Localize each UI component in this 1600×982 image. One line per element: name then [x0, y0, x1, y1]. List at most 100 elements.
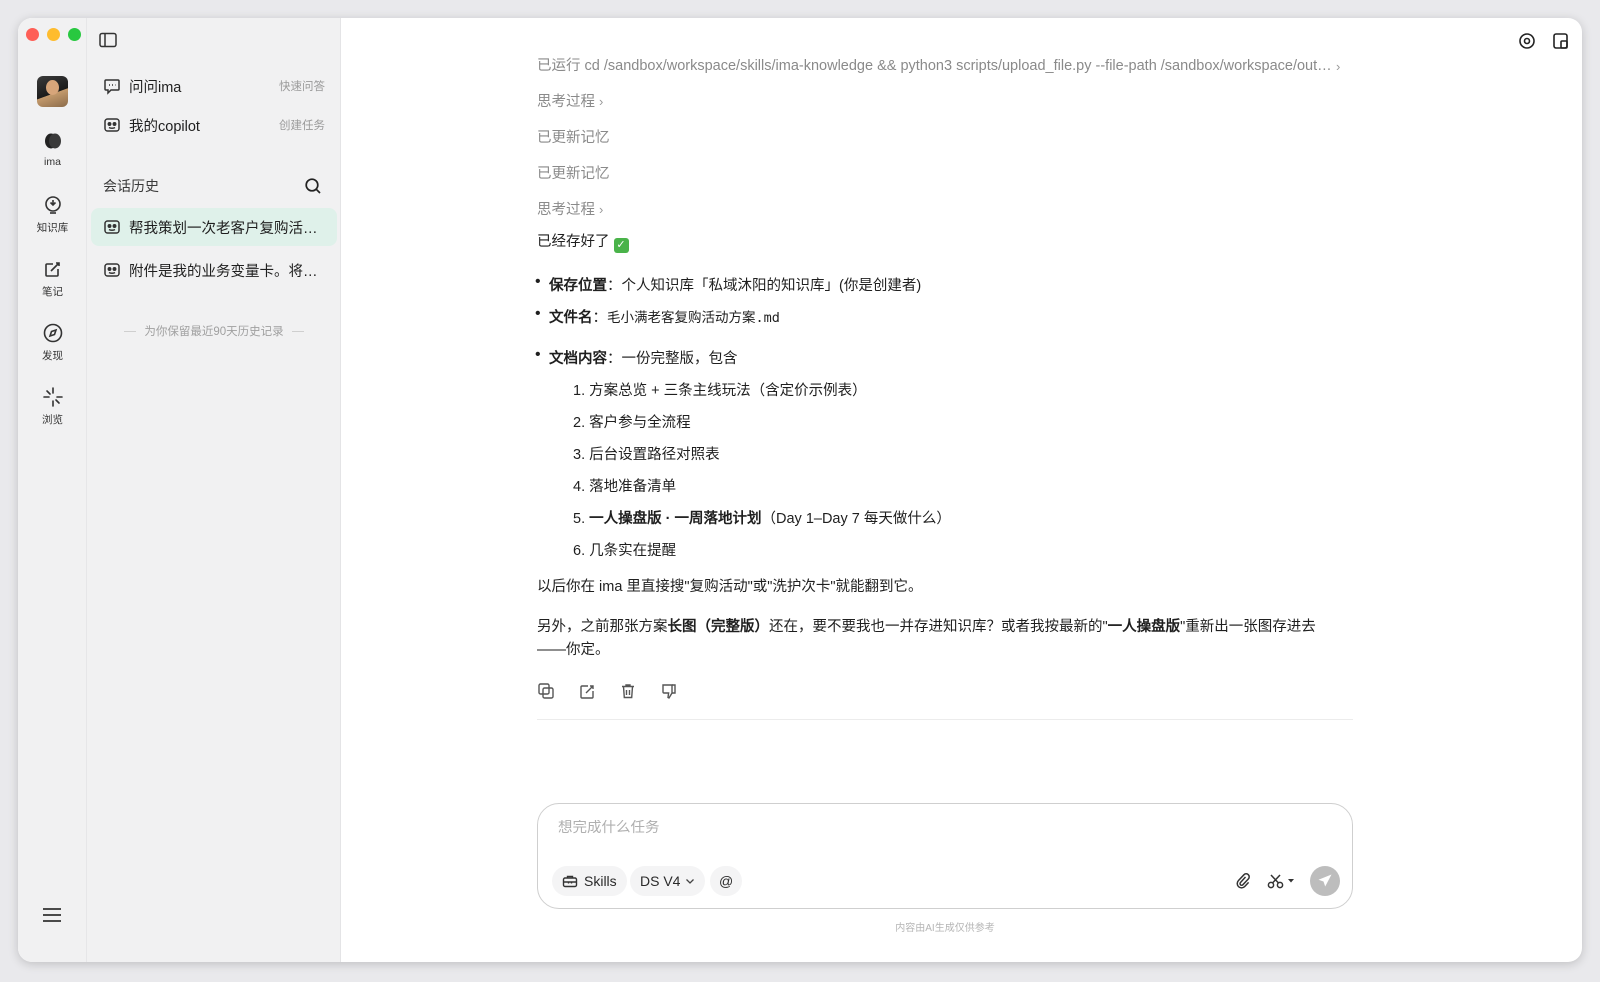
avatar[interactable]	[37, 76, 68, 107]
chevron-right-icon: ›	[1336, 59, 1341, 74]
history-search-button[interactable]	[304, 177, 322, 200]
model-label: DS V4	[640, 873, 681, 889]
model-selector[interactable]: DS V4	[630, 866, 706, 896]
sidebar-item-hint: 创建任务	[279, 120, 325, 132]
numbered-item: 4. 落地准备清单	[573, 475, 676, 496]
copilot-icon	[104, 118, 120, 132]
chat-bubble-icon	[104, 79, 120, 95]
bullet-value: ：一份完整版，包含	[607, 351, 738, 367]
delete-button[interactable]	[619, 682, 637, 705]
sidebar-item-label: 我的copilot	[129, 118, 200, 135]
item-text: （Day 1–Day 7 每天做什么）	[761, 511, 951, 527]
sidebar-toggle-button[interactable]	[99, 32, 117, 53]
dislike-button[interactable]	[660, 682, 678, 705]
search-icon	[305, 178, 321, 194]
thinking-step[interactable]: 思考过程 ›	[537, 90, 603, 111]
rail-item-notes[interactable]: 笔记	[18, 258, 87, 299]
memory-step: 已更新记忆	[537, 126, 610, 147]
chat-history-title: 帮我策划一次老客户复购活动，给出完整方案	[129, 220, 325, 237]
edit-icon	[580, 685, 594, 699]
mention-label: @	[719, 873, 734, 889]
task-input[interactable]	[558, 820, 1258, 836]
search-tip: 以后你在 ima 里直接搜"复购活动"或"洗护次卡"就能翻到它。	[537, 579, 923, 595]
minimize-window-button[interactable]	[47, 28, 60, 41]
chevron-right-icon: ›	[599, 202, 604, 217]
list-item: 保存位置：个人知识库「私域沐阳的知识库」(你是创建者)	[535, 273, 922, 295]
close-window-button[interactable]	[26, 28, 39, 41]
knowledge-base-icon	[44, 196, 61, 214]
copilot-icon	[104, 220, 120, 234]
clip-tool-button[interactable]	[1266, 872, 1296, 895]
followup-text: 另外，之前那张方案	[537, 619, 668, 635]
sidebar-item-ask-ima[interactable]: 问问ima 快速问答	[87, 69, 341, 103]
followup-message: 另外，之前那张方案长图（完整版）还在，要不要我也一并存进知识库？或者我按最新的"…	[537, 616, 1353, 662]
list-item: 文档内容：一份完整版，包含	[535, 346, 738, 368]
ai-disclaimer: 内容由AI生成仅供参考	[895, 923, 995, 934]
numbered-item: 1. 方案总览 + 三条主线玩法（含定价示例表）	[573, 379, 867, 400]
nav-rail: ima 知识库 笔记 发现 浏览	[18, 18, 87, 962]
chevron-right-icon: ›	[599, 94, 604, 109]
followup-text: ——你定。	[537, 642, 610, 659]
history-title: 会话历史	[103, 178, 159, 194]
mention-button[interactable]: @	[710, 866, 743, 896]
chat-history-item[interactable]: 附件是我的业务变量卡。将它整理成表格	[91, 251, 337, 289]
bullet-label: 保存位置	[549, 278, 607, 294]
rail-item-ima[interactable]: ima	[18, 130, 87, 168]
numbered-item: 5. 一人操盘版 · 一周落地计划（Day 1–Day 7 每天做什么）	[573, 507, 951, 528]
rail-item-label: 知识库	[36, 222, 69, 234]
thumbs-down-icon	[662, 684, 676, 699]
edit-button[interactable]	[578, 682, 596, 705]
sidebar-toggle-icon	[99, 32, 117, 48]
item-number: 2.	[573, 415, 586, 431]
numbered-item: 3. 后台设置路径对照表	[573, 443, 720, 464]
sidebar-item-label: 问问ima	[129, 79, 182, 96]
chat-history-title: 附件是我的业务变量卡。将它整理成表格	[129, 263, 325, 280]
bullet-label: 文件名	[549, 310, 593, 326]
followup-text: "重新出一张图存进去	[1180, 619, 1316, 635]
attach-button[interactable]	[1234, 872, 1252, 895]
item-bold-text: 一人操盘版 · 一周落地计划	[589, 511, 762, 527]
rail-item-knowledge[interactable]: 知识库	[18, 194, 87, 235]
history-retention-note: 为你保留最近90天历史记录	[87, 323, 341, 339]
hamburger-icon	[43, 908, 61, 922]
followup-bold: 一人操盘版	[1107, 619, 1181, 635]
item-text: 后台设置路径对照表	[589, 447, 720, 463]
thinking-label: 思考过程	[537, 94, 595, 110]
zoom-window-button[interactable]	[68, 28, 81, 41]
copy-button[interactable]	[537, 682, 555, 705]
run-step[interactable]: 已运行 cd /sandbox/workspace/skills/ima-kno…	[537, 54, 1340, 75]
item-text: 落地准备清单	[589, 479, 677, 495]
window-controls	[26, 28, 81, 41]
menu-button[interactable]	[42, 907, 62, 928]
sidebar-item-copilot[interactable]: 我的copilot 创建任务	[87, 108, 341, 142]
item-number: 6.	[573, 543, 586, 559]
note-icon	[44, 262, 60, 277]
skills-button[interactable]: Skills	[552, 866, 627, 896]
thinking-step[interactable]: 思考过程 ›	[537, 198, 603, 219]
sidebar-item-hint: 快速问答	[279, 81, 325, 93]
chat-history-item[interactable]: 帮我策划一次老客户复购活动，给出完整方案	[91, 208, 337, 246]
copilot-icon	[104, 263, 120, 277]
item-number: 4.	[573, 479, 586, 495]
rail-item-discover[interactable]: 发现	[18, 322, 87, 363]
item-text: 几条实在提醒	[589, 543, 677, 559]
sidebar: 问问ima 快速问答 我的copilot 创建任务 会话历史 帮我策划一次老客户…	[87, 18, 341, 962]
message-divider	[537, 719, 1353, 720]
compass-icon	[43, 323, 62, 343]
memory-step: 已更新记忆	[537, 162, 610, 183]
item-text: 客户参与全流程	[589, 415, 691, 431]
composer: Skills DS V4 @	[537, 803, 1353, 909]
bullet-label: 文档内容	[549, 351, 607, 367]
item-number: 1.	[573, 383, 586, 399]
memory-label: 已更新记忆	[537, 130, 610, 146]
paperclip-icon	[1236, 873, 1250, 889]
memory-label: 已更新记忆	[537, 166, 610, 182]
file-name: 毛小满老客复购活动方案.md	[607, 310, 780, 326]
saved-text: 已经存好了	[537, 234, 610, 250]
bullet-value: ：个人知识库「私域沐阳的知识库」(你是创建者)	[607, 278, 922, 294]
saved-message: 已经存好了 ✓	[537, 231, 629, 254]
rail-item-browse[interactable]: 浏览	[18, 386, 87, 427]
send-button[interactable]	[1310, 866, 1340, 896]
scissors-icon	[1267, 874, 1294, 889]
toolbox-icon	[562, 875, 578, 888]
